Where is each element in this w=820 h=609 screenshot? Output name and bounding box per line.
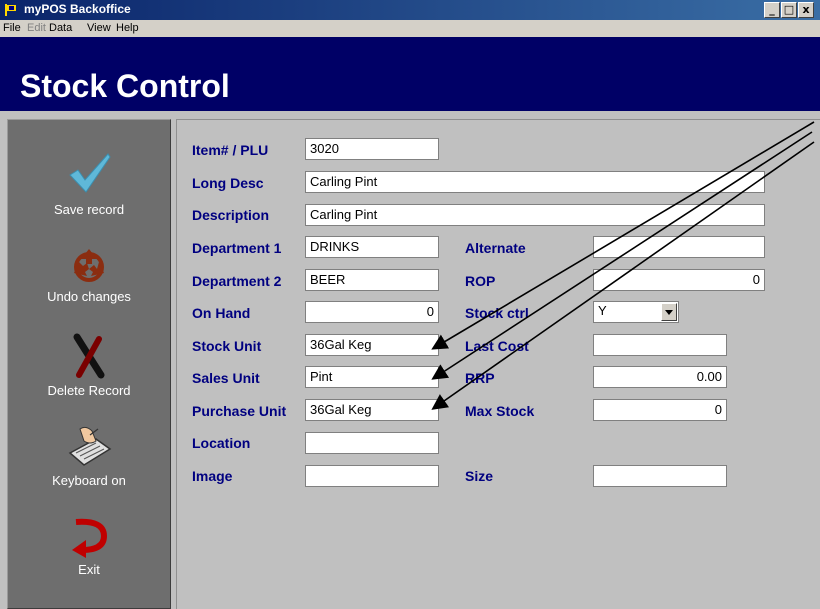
minimize-button[interactable]: _ [764,2,780,18]
purchase-unit-label: Purchase Unit [192,403,287,419]
keyboard-on-label: Keyboard on [52,473,126,488]
menu-file[interactable]: File [3,22,21,34]
purchase-unit-field[interactable]: 36Gal Keg [305,399,439,421]
size-field[interactable] [593,465,727,487]
maximize-button[interactable]: □ [781,2,797,18]
delete-x-icon [73,333,105,379]
window-title: myPOS Backoffice [24,2,131,16]
department1-label: Department 1 [192,240,282,256]
description-field[interactable]: Carling Pint [305,204,765,226]
stock-ctrl-label: Stock ctrl [465,305,529,321]
long-desc-label: Long Desc [192,175,264,191]
image-label: Image [192,468,233,484]
menu-help[interactable]: Help [116,22,139,34]
undo-changes-button[interactable]: Undo changes [8,245,170,304]
department1-field[interactable]: DRINKS [305,236,439,258]
stock-ctrl-select[interactable]: Y [593,301,679,323]
exit-button[interactable]: Exit [8,516,170,577]
menu-data[interactable]: Data [49,22,72,34]
page-header: Stock Control [0,37,820,111]
sidebar: Save record Undo changes Delete Record K… [7,119,171,609]
checkmark-icon [69,153,111,193]
stock-unit-field[interactable]: 36Gal Keg [305,334,439,356]
menu-bar: File Edit Data View Help [0,20,820,37]
rop-label: ROP [465,273,496,289]
location-label: Location [192,435,251,451]
last-cost-label: Last Cost [465,338,529,354]
title-bar: myPOS Backoffice _ □ x [0,0,820,20]
keyboard-icon [68,426,112,466]
delete-record-button[interactable]: Delete Record [8,333,170,398]
alternate-field[interactable] [593,236,765,258]
chevron-down-icon [665,310,673,315]
on-hand-label: On Hand [192,305,251,321]
close-button[interactable]: x [798,2,814,18]
keyboard-on-button[interactable]: Keyboard on [8,423,170,488]
image-field[interactable] [305,465,439,487]
recycle-icon [74,249,104,282]
stock-ctrl-value: Y [598,303,607,318]
dropdown-button[interactable] [661,303,677,321]
save-record-button[interactable]: Save record [8,148,170,217]
rrp-field[interactable]: 0.00 [593,366,727,388]
rrp-label: RRP [465,370,495,386]
department2-field[interactable]: BEER [305,269,439,291]
max-stock-field[interactable]: 0 [593,399,727,421]
undo-changes-label: Undo changes [47,289,131,304]
page-title: Stock Control [20,68,230,104]
sales-unit-field[interactable]: Pint [305,366,439,388]
item-plu-label: Item# / PLU [192,142,269,158]
size-label: Size [465,468,494,484]
item-plu-field[interactable]: 3020 [305,138,439,160]
exit-label: Exit [78,562,100,577]
description-label: Description [192,207,270,223]
delete-record-label: Delete Record [47,383,131,398]
location-field[interactable] [305,432,439,454]
rop-field[interactable]: 0 [593,269,765,291]
long-desc-field[interactable]: Carling Pint [305,171,765,193]
exit-arrow-icon [72,518,108,558]
sales-unit-label: Sales Unit [192,370,260,386]
on-hand-field[interactable]: 0 [305,301,439,323]
menu-edit[interactable]: Edit [27,22,46,34]
max-stock-label: Max Stock [465,403,535,419]
alternate-label: Alternate [465,240,526,256]
stock-unit-label: Stock Unit [192,338,262,354]
app-icon [5,4,16,16]
department2-label: Department 2 [192,273,282,289]
save-record-label: Save record [53,202,125,217]
menu-view[interactable]: View [87,22,111,34]
last-cost-field[interactable] [593,334,727,356]
